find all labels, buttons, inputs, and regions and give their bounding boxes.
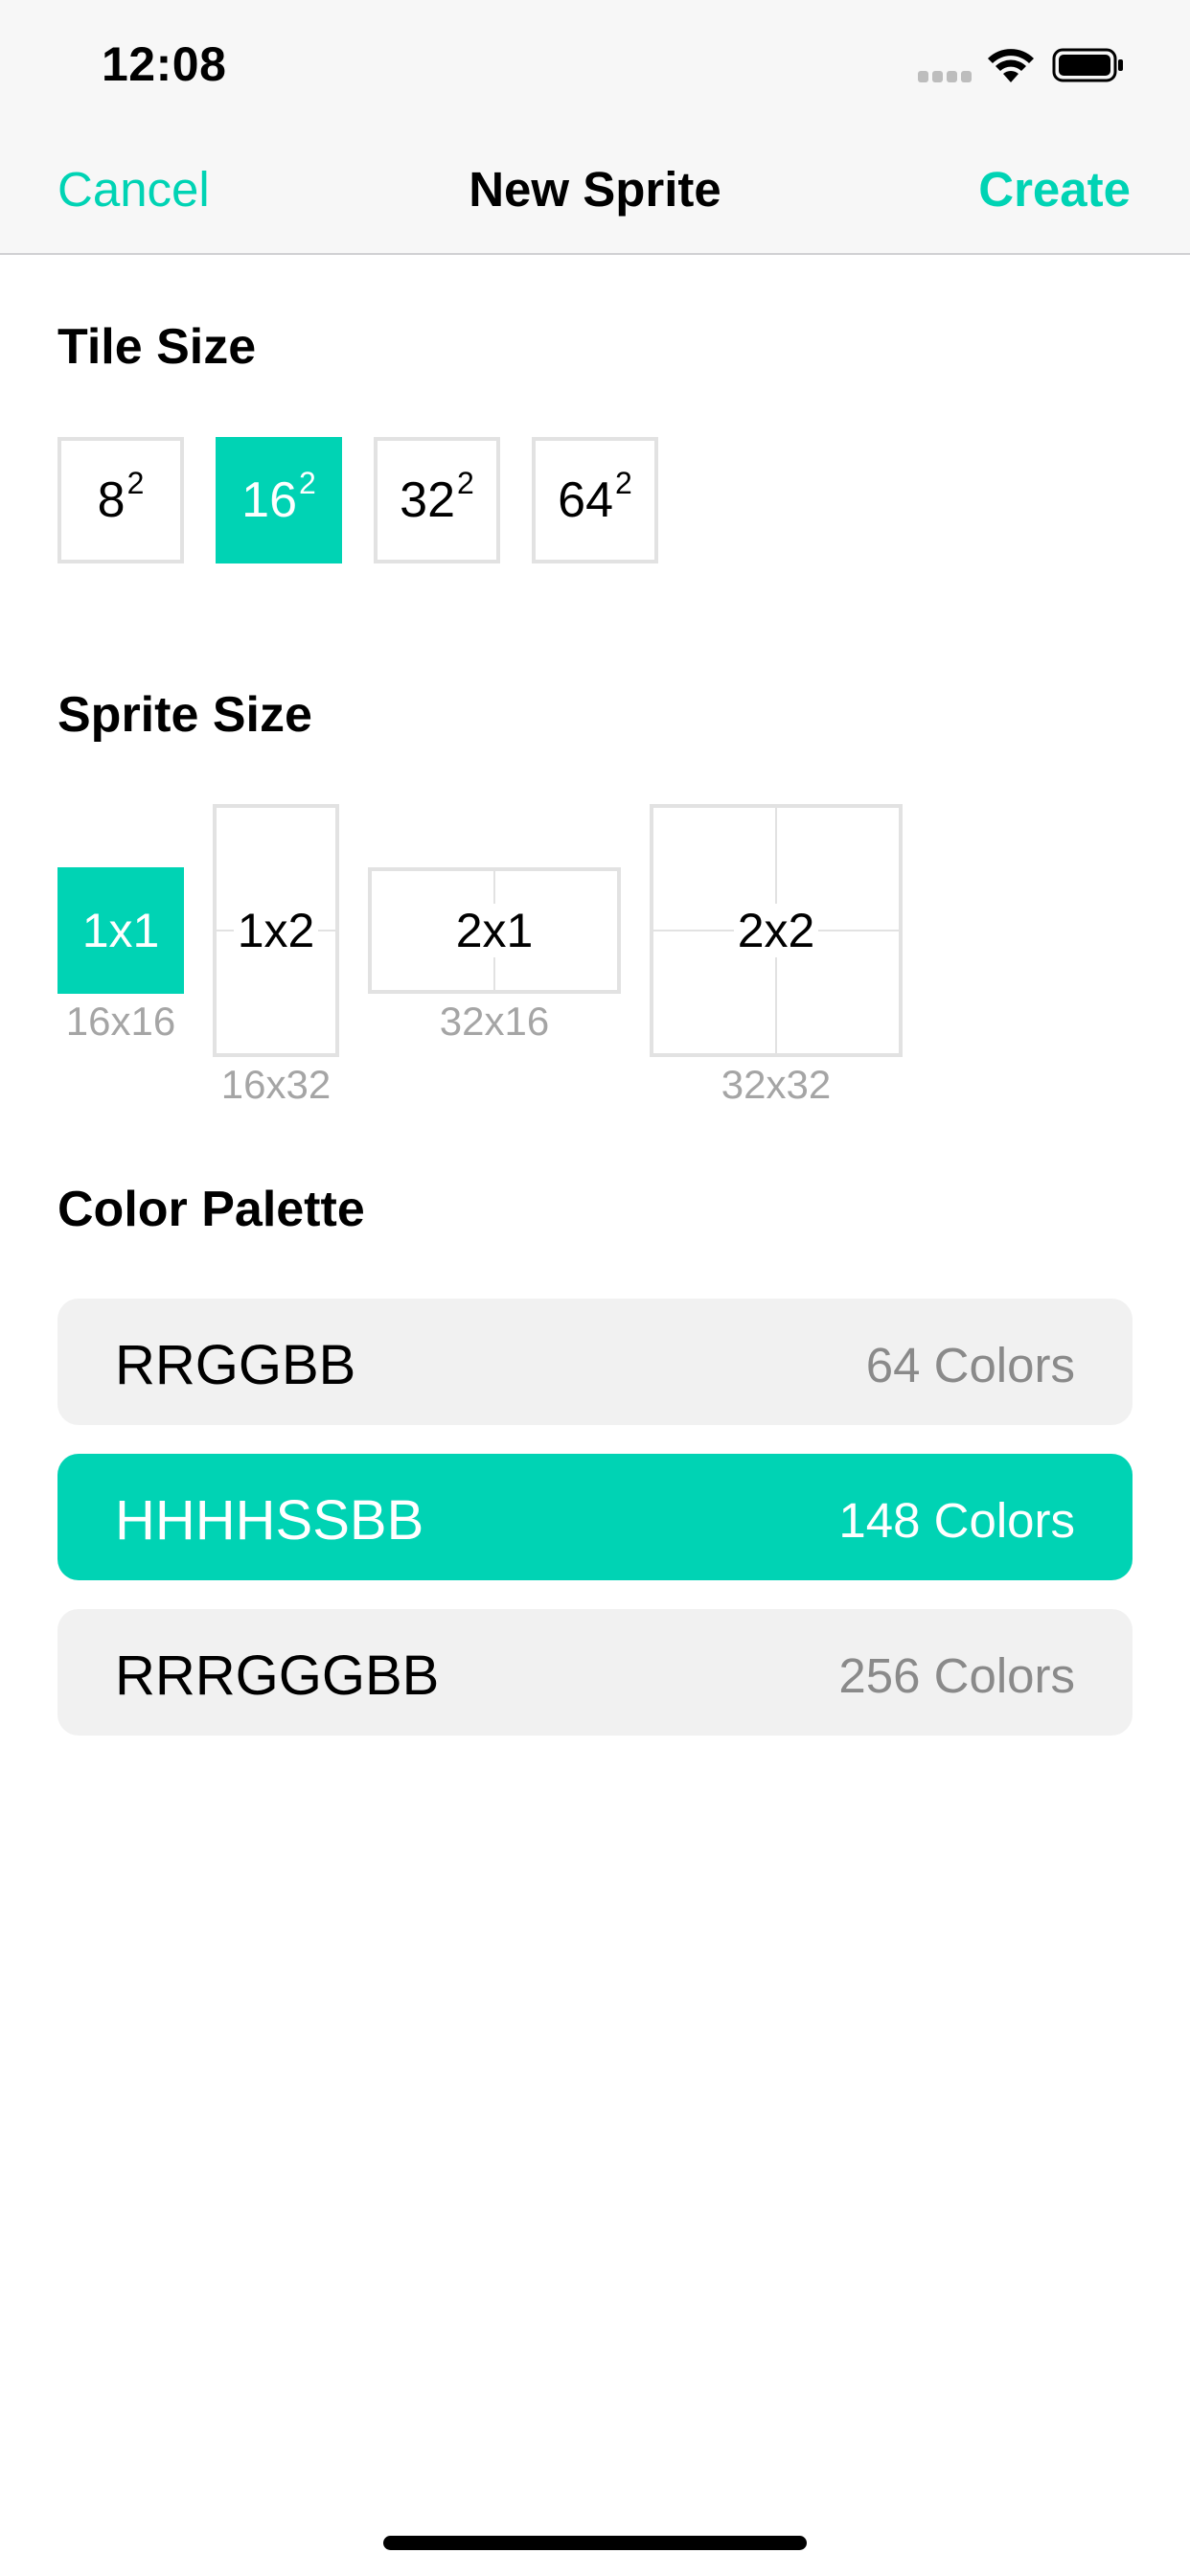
wifi-icon: [988, 49, 1034, 82]
palette-option-hhhhssbb[interactable]: HHHHSSBB 148 Colors: [57, 1454, 1133, 1580]
tile-size-exponent: 2: [126, 465, 145, 500]
tile-size-option-32[interactable]: 32 2: [374, 437, 500, 564]
palette-name: HHHHSSBB: [115, 1489, 424, 1552]
sprite-size-box: 2x2: [650, 804, 903, 1057]
signal-icon: [918, 71, 973, 82]
sprite-size-pixels: 32x32: [721, 1062, 832, 1107]
home-indicator[interactable]: [383, 2536, 807, 2550]
sprite-size-box: 2x1: [368, 867, 621, 994]
color-palette-heading: Color Palette: [57, 1182, 365, 1237]
sprite-size-pixels: 16x32: [220, 1062, 332, 1107]
palette-option-rrrgggbb[interactable]: RRRGGGBB 256 Colors: [57, 1609, 1133, 1736]
palette-name: RRGGBB: [115, 1334, 356, 1396]
sprite-size-label: 2x1: [451, 904, 538, 957]
sprite-size-label: 2x2: [733, 904, 819, 957]
tile-size-exponent: 2: [457, 465, 474, 500]
sprite-size-box: 1x1: [57, 867, 184, 994]
sprite-size-heading: Sprite Size: [57, 687, 312, 743]
sprite-size-label: 1x1: [81, 904, 160, 957]
tile-size-option-16[interactable]: 16 2: [216, 437, 342, 564]
tile-size-base: 32: [400, 472, 456, 528]
tile-size-base: 64: [558, 472, 614, 528]
sprite-size-pixels: 16x16: [65, 999, 176, 1044]
status-time: 12:08: [102, 37, 227, 91]
sprite-size-box: 1x2: [213, 804, 339, 1057]
navigation-bar: Cancel New Sprite Create: [0, 126, 1190, 255]
palette-option-rrggbb[interactable]: RRGGBB 64 Colors: [57, 1299, 1133, 1425]
tile-size-exponent: 2: [299, 465, 316, 500]
sprite-size-label: 1x2: [233, 904, 319, 957]
tile-size-option-8[interactable]: 82: [57, 437, 184, 564]
tile-size-base: 16: [241, 472, 298, 528]
tile-size-heading: Tile Size: [57, 319, 257, 375]
create-button[interactable]: Create: [978, 161, 1131, 218]
palette-name: RRRGGGBB: [115, 1644, 440, 1707]
status-bar: 12:08: [0, 0, 1190, 126]
tile-size-exponent: 2: [615, 465, 632, 500]
palette-color-count: 256 Colors: [838, 1648, 1075, 1703]
tile-size-base: 8: [97, 472, 126, 528]
palette-color-count: 148 Colors: [838, 1493, 1075, 1548]
tile-size-option-64[interactable]: 64 2: [532, 437, 658, 564]
battery-icon: [1052, 48, 1123, 82]
palette-color-count: 64 Colors: [865, 1338, 1075, 1392]
sprite-size-pixels: 32x16: [439, 999, 550, 1044]
